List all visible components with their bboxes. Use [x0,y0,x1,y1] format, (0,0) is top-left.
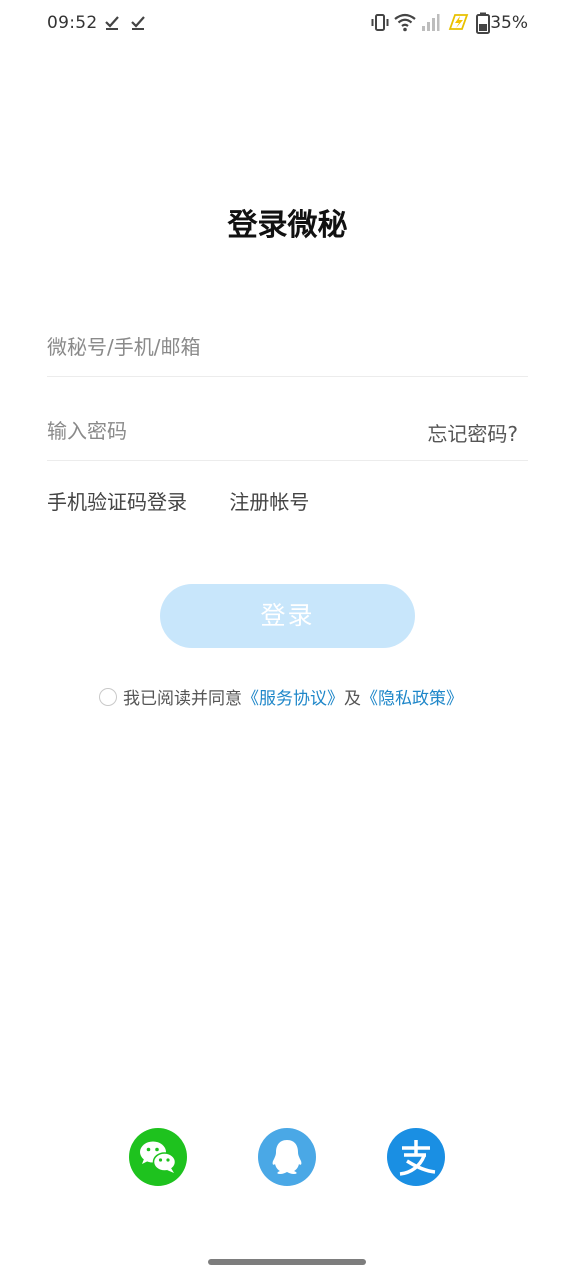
wechat-login-button[interactable] [129,1128,187,1186]
account-field [47,316,528,377]
qq-login-button[interactable] [258,1128,316,1186]
forgot-password-link[interactable]: 忘记密码? [427,418,518,447]
signal-icon [422,14,440,31]
vibrate-icon [371,14,389,31]
sms-login-link[interactable]: 手机验证码登录 [47,486,187,515]
agreement-checkbox[interactable] [99,688,117,706]
battery-percent: 35% [490,13,528,33]
service-agreement-link[interactable]: 《服务协议》 [242,689,344,709]
check-download-icon [131,16,145,30]
qq-icon [258,1128,316,1186]
password-input[interactable] [47,414,407,448]
check-download-icon [105,16,119,30]
charging-icon [448,14,469,30]
wifi-icon [394,13,416,32]
alt-login-links: 手机验证码登录 注册帐号 [47,486,309,515]
page-title: 登录微秘 [227,208,348,243]
alipay-login-button[interactable] [387,1128,445,1186]
battery-icon [476,12,490,34]
privacy-policy-link[interactable]: 《隐私政策》 [361,689,463,709]
agreement-row: 我已阅读并同意《服务协议》及《隐私政策》 [99,684,463,709]
agreement-prefix: 我已阅读并同意 [123,689,242,709]
agreement-conjunction: 及 [344,689,361,709]
wechat-icon [129,1128,187,1186]
account-input[interactable] [47,330,407,364]
status-bar: 09:52 35% [0,0,575,48]
home-indicator[interactable] [208,1259,366,1265]
register-link[interactable]: 注册帐号 [229,486,309,515]
password-field: 忘记密码? [47,400,528,461]
status-time: 09:52 [47,13,98,33]
alipay-icon [387,1128,445,1186]
login-button[interactable]: 登录 [160,584,415,648]
